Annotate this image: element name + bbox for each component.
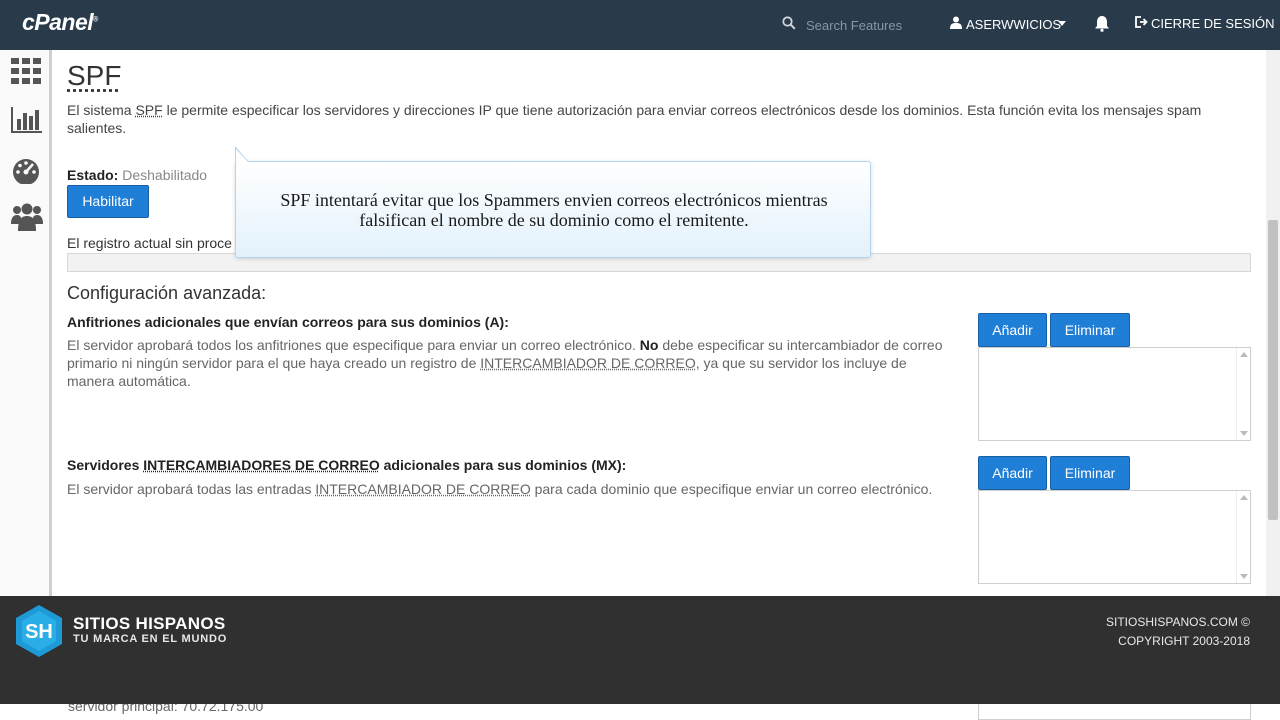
svg-text:SH: SH: [25, 621, 53, 643]
advanced-config-heading: Configuración avanzada:: [67, 283, 267, 303]
tooltip-text: SPF intentará evitar que los Spammers en…: [280, 190, 828, 230]
users-icon[interactable]: [11, 202, 43, 232]
spf-tooltip: SPF intentará evitar que los Spammers en…: [235, 161, 871, 258]
grid-icon[interactable]: [11, 58, 43, 88]
page-description: El sistema SPF le permite especificar lo…: [67, 102, 1202, 136]
brand-subtitle: TU MARCA EN EL MUNDO: [73, 633, 228, 645]
username-label[interactable]: ASERWWICIOS: [966, 17, 1061, 32]
status-row: Estado: Deshabilitado: [67, 167, 207, 183]
content-below-banner: servidor principal: 70.72.175.00: [0, 704, 1280, 720]
mx-servers-list-scrollbar[interactable]: [1236, 491, 1250, 583]
logout-button[interactable]: CIERRE DE SESIÓN: [1135, 16, 1275, 31]
page-title: SPF: [67, 60, 122, 91]
top-navbar: cPanel® ASERWWICIOS CIERRE DE SESIÓN: [0, 0, 1280, 50]
a-hosts-list-scrollbar[interactable]: [1236, 348, 1250, 440]
page-scrollbar-thumb[interactable]: [1268, 220, 1278, 520]
logout-label[interactable]: CIERRE DE SESIÓN: [1151, 16, 1275, 31]
status-label: Estado:: [67, 167, 119, 183]
cpanel-logo[interactable]: cPanel®: [22, 9, 98, 36]
brand-website: SITIOSHISPANOS.COM ©: [1106, 615, 1250, 629]
user-icon: [950, 16, 962, 32]
main-server-text: servidor principal: 70.72.175.00: [68, 704, 264, 714]
mx-servers-description: El servidor aprobará todas las entradas …: [67, 481, 933, 497]
user-menu[interactable]: ASERWWICIOS: [950, 16, 1061, 32]
sitios-hispanos-logo: SH: [14, 604, 64, 658]
enable-button[interactable]: Habilitar: [67, 185, 149, 218]
remove-a-host-button[interactable]: Eliminar: [1050, 313, 1130, 347]
chevron-down-icon[interactable]: [1058, 21, 1066, 26]
scroll-up-icon[interactable]: [1240, 495, 1248, 500]
status-value: Deshabilitado: [122, 167, 208, 183]
scroll-down-icon[interactable]: [1240, 574, 1248, 579]
bell-icon[interactable]: [1094, 15, 1110, 37]
mx-servers-list[interactable]: [978, 490, 1251, 584]
brand-banner: SH SITIOS HISPANOS TU MARCA EN EL MUNDO …: [0, 596, 1280, 704]
spf-abbr: SPF: [135, 102, 163, 118]
a-hosts-description: El servidor aprobará todos los anfitrion…: [67, 337, 943, 389]
scroll-up-icon[interactable]: [1240, 352, 1248, 357]
stats-icon[interactable]: [11, 107, 43, 137]
brand-copyright: COPYRIGHT 2003-2018: [1118, 634, 1250, 648]
search-input[interactable]: [806, 16, 926, 34]
brand-title: SITIOS HISPANOS: [73, 614, 226, 633]
add-mx-server-button[interactable]: Añadir: [978, 456, 1047, 490]
search-icon: [782, 16, 796, 35]
partial-list-box[interactable]: [978, 704, 1251, 720]
page-scrollbar[interactable]: [1266, 50, 1280, 596]
dashboard-icon[interactable]: [11, 158, 43, 188]
current-record-label: El registro actual sin proce: [67, 235, 232, 251]
a-hosts-list[interactable]: [978, 347, 1251, 441]
logout-icon: [1135, 16, 1148, 31]
search-area: [782, 16, 926, 35]
main-content: SPF El sistema SPF le permite especifica…: [52, 50, 1266, 596]
mx-servers-heading: Servidores INTERCAMBIADORES DE CORREO ad…: [67, 457, 627, 473]
remove-mx-server-button[interactable]: Eliminar: [1050, 456, 1130, 490]
scroll-down-icon[interactable]: [1240, 431, 1248, 436]
a-hosts-heading: Anfitriones adicionales que envían corre…: [67, 314, 509, 330]
tooltip-pointer-fill: [236, 149, 248, 162]
add-a-host-button[interactable]: Añadir: [978, 313, 1047, 347]
sidebar: [0, 50, 52, 596]
